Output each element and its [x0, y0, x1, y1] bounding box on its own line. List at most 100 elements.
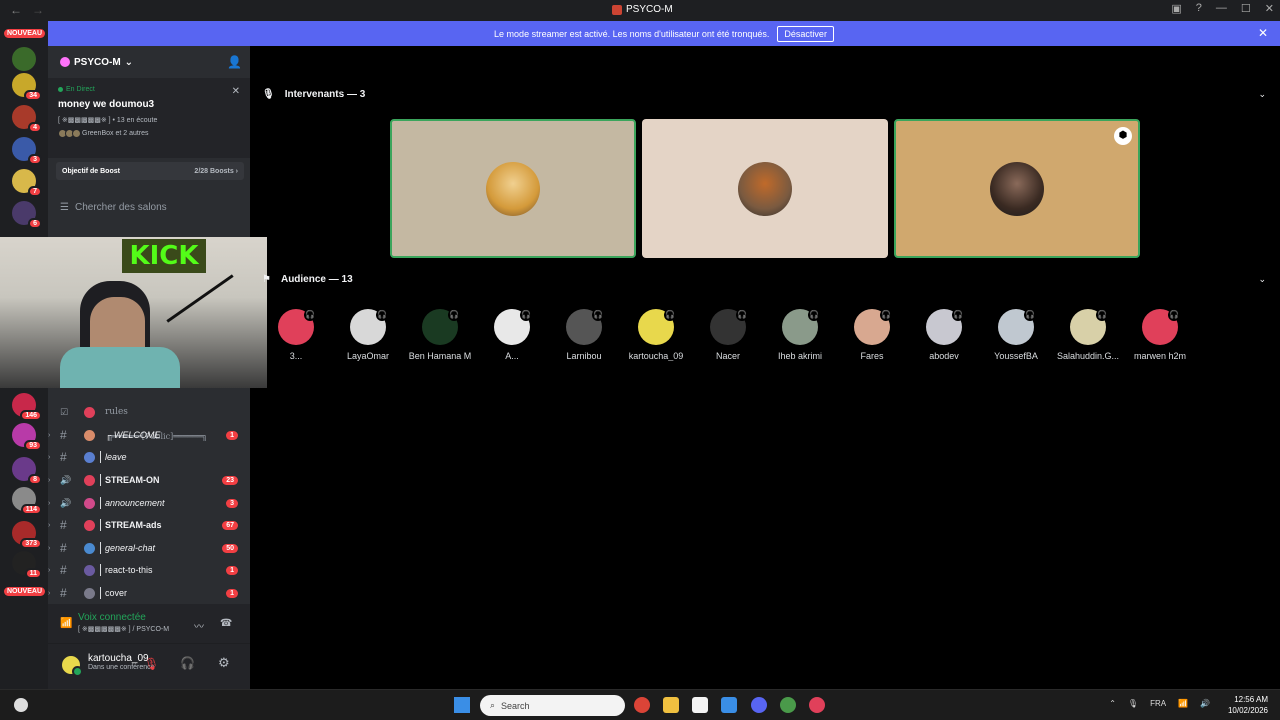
voice-channel[interactable]: [ ※▩▩▩▩▩※ ] / PSYCO-M — [58, 625, 240, 633]
voice-connected-panel: 📶 Voix connectée [ ※▩▩▩▩▩※ ] / PSYCO-M 〰… — [48, 604, 250, 644]
clock[interactable]: 12:56 AM 10/02/2026 — [1228, 694, 1268, 716]
listener-avatars — [58, 129, 81, 138]
chevron-up-icon[interactable]: ⌃ — [1109, 699, 1116, 708]
speaker-tile[interactable]: ⬢ — [894, 119, 1140, 258]
audience-member[interactable]: 🎧 Ben Hamana M — [408, 309, 472, 365]
server-icon[interactable]: 373 — [12, 521, 42, 549]
invite-icon[interactable]: 👤 — [227, 55, 242, 69]
help-icon[interactable]: ? — [1196, 2, 1202, 15]
server-icon[interactable]: 93 — [12, 423, 42, 451]
audience-member[interactable]: 🎧 Fares — [840, 309, 904, 365]
noise-suppression-icon[interactable]: 〰 — [194, 618, 204, 633]
chevron-right-icon: › — [48, 544, 51, 552]
close-card-icon[interactable]: ✕ — [232, 86, 240, 97]
disable-streamer-mode-button[interactable]: Désactiver — [777, 25, 834, 42]
audience-member[interactable]: 🎧 kartoucha_09 — [624, 309, 688, 365]
unread-badge: 23 — [222, 475, 238, 485]
audience-member[interactable]: 🎧 Iheb akrimi — [768, 309, 832, 365]
channel-rules[interactable]: ☑ rules — [48, 402, 250, 422]
server-icon[interactable]: 8 — [12, 457, 42, 485]
channel-emoji-icon — [84, 406, 95, 418]
audience-member[interactable]: 🎧 3... — [264, 309, 328, 365]
boost-goal[interactable]: Objectif de Boost 2/28 Boosts › — [56, 162, 244, 180]
minimize-icon[interactable]: — — [1216, 2, 1227, 15]
maximize-icon[interactable]: ☐ — [1241, 2, 1251, 15]
outlook-icon[interactable] — [721, 697, 737, 713]
audience-member[interactable]: 🎧 abodev — [912, 309, 976, 365]
nouveau-badge: NOUVEAU — [4, 587, 46, 596]
microphone-icon[interactable]: 🎙 — [1128, 699, 1138, 708]
avatar[interactable] — [60, 654, 83, 677]
checkbox-icon: ☑ — [60, 406, 69, 417]
inbox-icon[interactable]: ▣ — [1171, 2, 1181, 15]
channel-item[interactable]: › # STREAM-ads 67 — [48, 515, 250, 535]
forward-arrow-icon[interactable]: → — [32, 3, 44, 17]
audience-member[interactable]: 🎧 Larnibou — [552, 309, 616, 365]
channel-search[interactable]: ☰ Chercher des salons — [56, 198, 244, 216]
back-arrow-icon[interactable]: ← — [10, 3, 22, 17]
audience-member[interactable]: 🎧 LayaOmar — [336, 309, 400, 365]
app-icon[interactable] — [809, 697, 825, 713]
audience-member[interactable]: 🎧 YoussefBA — [984, 309, 1048, 365]
channel-emoji-icon — [84, 497, 95, 509]
webcam-overlay: KICK — [0, 237, 267, 388]
speaker-tile[interactable] — [390, 119, 636, 258]
discord-icon[interactable] — [751, 697, 767, 713]
channel-item[interactable]: › 🔊 announcement 3 — [48, 493, 250, 513]
server-icon[interactable]: 6 — [12, 201, 42, 229]
audience-header[interactable]: ⚑ Audience — 13 — [262, 271, 353, 287]
server-icon[interactable]: 11 — [12, 551, 42, 579]
server-icon[interactable]: 4 — [12, 105, 42, 133]
chrome-icon[interactable] — [634, 697, 650, 713]
server-icon[interactable]: 7 — [12, 169, 42, 197]
channel-item[interactable]: › 🔊 STREAM-ON 23 — [48, 470, 250, 490]
channel-item[interactable]: › # general-chat 50 — [48, 538, 250, 558]
wifi-icon[interactable]: 📶 — [1178, 699, 1188, 708]
chevron-down-icon[interactable]: ⌄ — [1258, 274, 1266, 285]
chevron-right-icon: › — [48, 589, 51, 597]
live-stage-card[interactable]: En Direct money we doumou3 [ ※▩▩▩▩▩※ ] •… — [48, 78, 250, 158]
chevron-right-icon: › — [48, 476, 51, 484]
speaker-avatar — [486, 161, 540, 216]
channel-item[interactable]: › # leave — [48, 447, 250, 467]
close-banner-icon[interactable]: ✕ — [1258, 26, 1268, 40]
headphones-icon: 🎧 — [1024, 309, 1036, 321]
audience-member[interactable]: 🎧 A... — [480, 309, 544, 365]
server-icon[interactable]: 146 — [12, 393, 42, 421]
taskbar-search[interactable]: ⌕ Search — [480, 695, 625, 716]
audience-member[interactable]: 🎧 marwen h2m — [1128, 309, 1192, 365]
app-icon — [612, 4, 622, 15]
gear-icon[interactable]: ⚙ — [218, 655, 230, 671]
disconnect-icon[interactable]: ☎ — [220, 618, 232, 629]
server-icon[interactable]: 34 — [12, 73, 42, 101]
audience-member[interactable]: 🎧 Salahuddin.G... — [1056, 309, 1120, 365]
chrome-icon[interactable] — [780, 697, 796, 713]
headphones-icon[interactable]: 🎧 — [180, 656, 195, 670]
unread-badge: 50 — [222, 543, 238, 553]
server-icon[interactable]: 114 — [12, 487, 42, 515]
server-icon[interactable] — [12, 47, 36, 71]
chevron-down-icon[interactable]: ⌄ — [1258, 89, 1266, 100]
speaker-avatar — [738, 161, 792, 216]
channel-emoji-icon — [84, 429, 95, 441]
headphones-icon: 🎧 — [664, 309, 676, 321]
audience-member[interactable]: 🎧 Nacer — [696, 309, 760, 365]
server-header[interactable]: PSYCO-M ⌄ 👤 — [48, 46, 250, 78]
close-window-icon[interactable]: ✕ — [1265, 2, 1274, 15]
start-button[interactable] — [454, 697, 470, 713]
mic-muted-icon[interactable]: 🎙 — [144, 657, 159, 671]
unread-badge: 1 — [226, 588, 238, 598]
store-icon[interactable] — [692, 697, 708, 713]
signal-icon[interactable]: 📶 — [60, 618, 72, 629]
channel-item[interactable]: › # react-to-this 1 — [48, 560, 250, 580]
speaker-tile[interactable] — [642, 119, 888, 258]
channel-item[interactable]: › # cover 1 — [48, 583, 250, 603]
channel-item[interactable]: › # ┌ WELCOME 1 — [48, 425, 250, 445]
language-indicator[interactable]: FRA — [1150, 699, 1166, 708]
channel-name: announcement — [105, 498, 165, 508]
widgets-icon[interactable] — [14, 698, 28, 712]
server-icon[interactable]: 3 — [12, 137, 42, 165]
volume-icon[interactable]: 🔊 — [1200, 699, 1210, 708]
file-explorer-icon[interactable] — [663, 697, 679, 713]
speakers-header[interactable]: 🎙 Intervenants — 3 — [262, 86, 365, 102]
